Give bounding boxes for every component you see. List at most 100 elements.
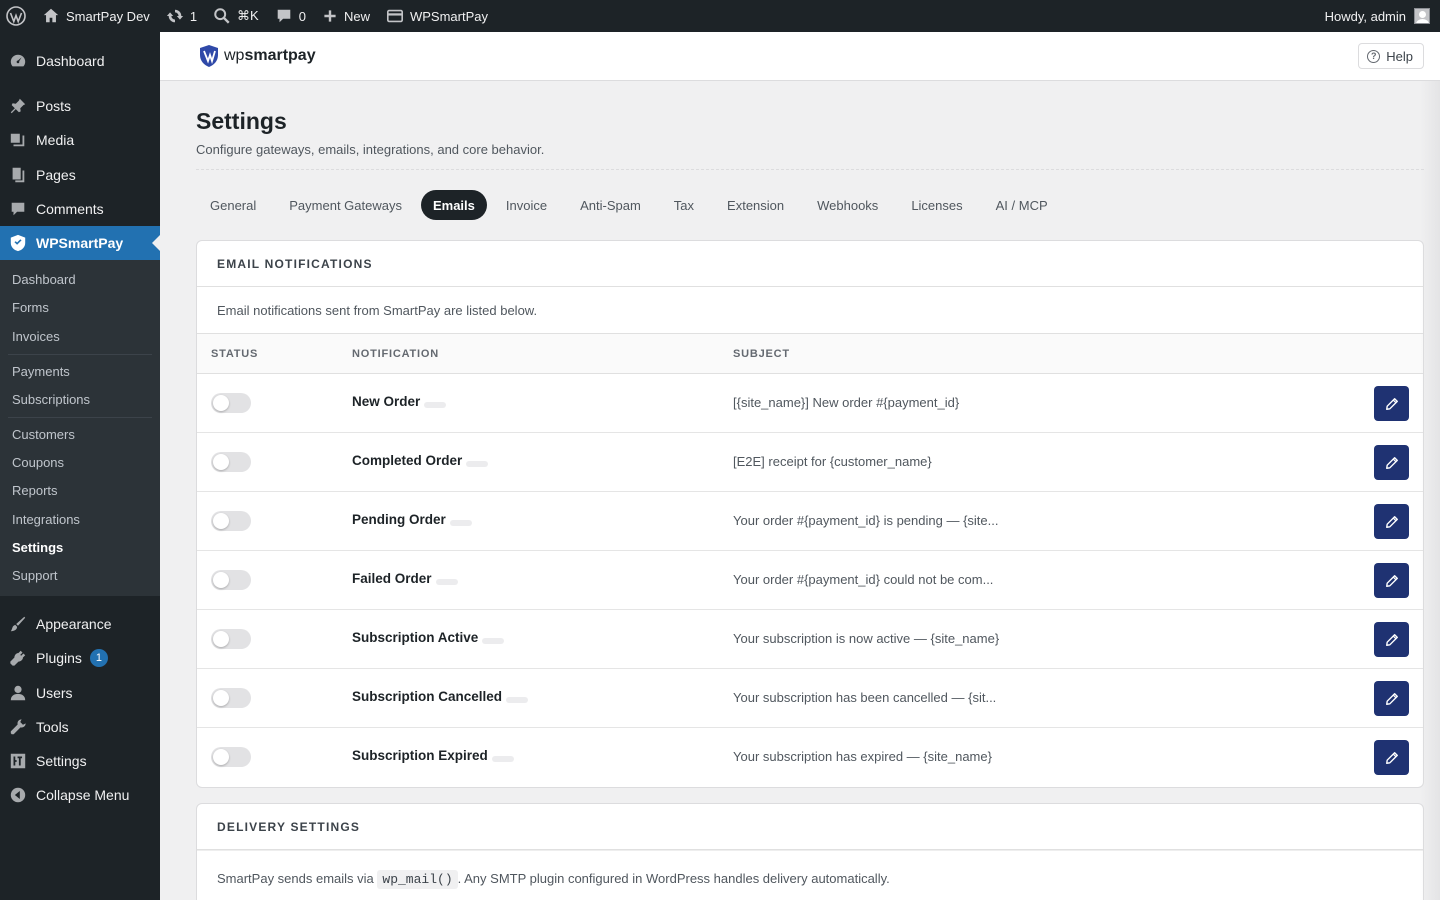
search-icon <box>214 8 230 24</box>
edit-notification-button[interactable] <box>1374 386 1409 421</box>
edit-notification-button[interactable] <box>1374 504 1409 539</box>
status-toggle[interactable] <box>211 688 251 708</box>
edit-notification-button[interactable] <box>1374 445 1409 480</box>
brand-smartpay: smartpay <box>244 47 316 64</box>
media-icon <box>10 133 25 147</box>
menu-dashboard[interactable]: Dashboard <box>0 44 160 78</box>
edit-notification-button[interactable] <box>1374 740 1409 775</box>
site-name-link[interactable]: SmartPay Dev <box>34 0 158 32</box>
menu-comments[interactable]: Comments <box>0 192 160 226</box>
my-account[interactable]: Howdy, admin <box>1325 8 1440 24</box>
title-divider <box>196 169 1424 170</box>
submenu-dashboard[interactable]: Dashboard <box>12 270 76 290</box>
updates-count: 1 <box>189 8 198 24</box>
edit-notification-button[interactable] <box>1374 681 1409 716</box>
wordpress-icon <box>6 6 26 26</box>
edit-notification-button[interactable] <box>1374 563 1409 598</box>
collapse-arrow-icon <box>10 787 26 803</box>
wordpress-logo-link[interactable] <box>0 0 34 32</box>
notification-subject: Your subscription has expired — {site_na… <box>733 749 992 764</box>
status-toggle[interactable] <box>211 511 251 531</box>
collapse-menu-button[interactable]: Collapse Menu <box>0 778 160 812</box>
submenu-subscriptions[interactable]: Subscriptions <box>12 390 90 410</box>
table-header: STATUS NOTIFICATION SUBJECT <box>197 334 1423 374</box>
submenu-invoices[interactable]: Invoices <box>12 327 60 347</box>
submenu-customers[interactable]: Customers <box>12 425 75 445</box>
tab-licenses[interactable]: Licenses <box>897 190 976 220</box>
tab-invoice[interactable]: Invoice <box>492 190 561 220</box>
comments-count: 0 <box>298 8 306 24</box>
submenu-coupons[interactable]: Coupons <box>12 453 64 473</box>
submenu-forms[interactable]: Forms <box>12 298 49 318</box>
submenu-settings[interactable]: Settings <box>12 538 63 558</box>
delivery-text-after: . Any SMTP plugin configured in WordPres… <box>457 871 890 886</box>
menu-appearance[interactable]: Appearance <box>0 607 160 641</box>
status-toggle[interactable] <box>211 393 251 413</box>
menu-tools[interactable]: Tools <box>0 710 160 744</box>
notification-pill <box>491 755 514 762</box>
question-icon: ? <box>1367 49 1381 63</box>
pencil-icon <box>1385 456 1398 469</box>
tab-ai-mcp[interactable]: AI / MCP <box>982 190 1062 220</box>
email-notifications-card: EMAIL NOTIFICATIONS Email notifications … <box>196 240 1424 788</box>
submenu-reports[interactable]: Reports <box>12 481 58 501</box>
plugin-header: wpsmartpay ? Help <box>160 32 1440 81</box>
submenu-payments[interactable]: Payments <box>12 362 70 382</box>
notification-name-cell: Failed Order <box>352 571 458 586</box>
menu-plugins[interactable]: Plugins 1 <box>0 641 160 675</box>
notification-pill <box>424 401 447 408</box>
new-label: New <box>343 8 370 24</box>
comment-icon <box>277 9 291 23</box>
table-row: Failed Order Your order #{payment_id} cou… <box>197 551 1423 610</box>
status-toggle[interactable] <box>211 452 251 472</box>
menu-tools-label: Tools <box>36 719 69 735</box>
collapse-menu-label: Collapse Menu <box>36 787 130 803</box>
tab-payment-gateways[interactable]: Payment Gateways <box>275 190 416 220</box>
comments-link[interactable]: 0 <box>267 0 314 32</box>
updates-link[interactable]: 1 <box>158 0 205 32</box>
menu-pages[interactable]: Pages <box>0 158 160 192</box>
notification-name-cell: Subscription Expired <box>352 748 514 763</box>
menu-media[interactable]: Media <box>0 123 160 157</box>
notification-subject: Your subscription is now active — {site_… <box>733 631 1000 646</box>
brush-icon <box>10 616 26 632</box>
wpsmartpay-link[interactable]: WPSmartPay <box>378 0 496 32</box>
submenu-integrations[interactable]: Integrations <box>12 510 80 530</box>
notification-name: Failed Order <box>352 571 432 586</box>
status-toggle[interactable] <box>211 570 251 590</box>
pencil-icon <box>1385 692 1398 705</box>
column-notification: NOTIFICATION <box>352 348 439 360</box>
wp-mail-code: wp_mail() <box>377 870 458 889</box>
menu-users-label: Users <box>36 685 73 701</box>
tab-webhooks[interactable]: Webhooks <box>803 190 892 220</box>
menu-settings[interactable]: Settings <box>0 744 160 778</box>
menu-posts[interactable]: Posts <box>0 89 160 123</box>
help-button[interactable]: ? Help <box>1358 43 1424 69</box>
pages-icon <box>12 167 25 183</box>
tab-extension[interactable]: Extension <box>713 190 798 220</box>
new-content-link[interactable]: New <box>314 0 378 32</box>
command-search-link[interactable]: ⌘K <box>205 0 267 32</box>
status-toggle[interactable] <box>211 747 251 767</box>
search-shortcut: ⌘K <box>237 8 259 23</box>
menu-users[interactable]: Users <box>0 676 160 710</box>
menu-appearance-label: Appearance <box>36 616 112 632</box>
menu-media-label: Media <box>36 132 75 148</box>
card-icon <box>386 9 403 23</box>
tab-emails[interactable]: Emails <box>420 190 487 220</box>
submenu-support[interactable]: Support <box>12 566 58 586</box>
plugins-update-badge: 1 <box>89 649 108 667</box>
notification-pill <box>506 696 529 703</box>
menu-posts-label: Posts <box>36 98 72 114</box>
table-row: Subscription Cancelled Your subscription … <box>197 669 1423 728</box>
tab-tax[interactable]: Tax <box>660 190 708 220</box>
help-label: Help <box>1386 48 1413 64</box>
column-status: STATUS <box>211 348 259 360</box>
status-toggle[interactable] <box>211 629 251 649</box>
comments-icon <box>11 202 25 216</box>
edit-notification-button[interactable] <box>1374 622 1409 657</box>
notification-name-cell: Subscription Active <box>352 630 505 645</box>
tab-general[interactable]: General <box>196 190 270 220</box>
menu-wpsmartpay[interactable]: WPSmartPay <box>0 226 160 260</box>
tab-anti-spam[interactable]: Anti-Spam <box>566 190 655 220</box>
